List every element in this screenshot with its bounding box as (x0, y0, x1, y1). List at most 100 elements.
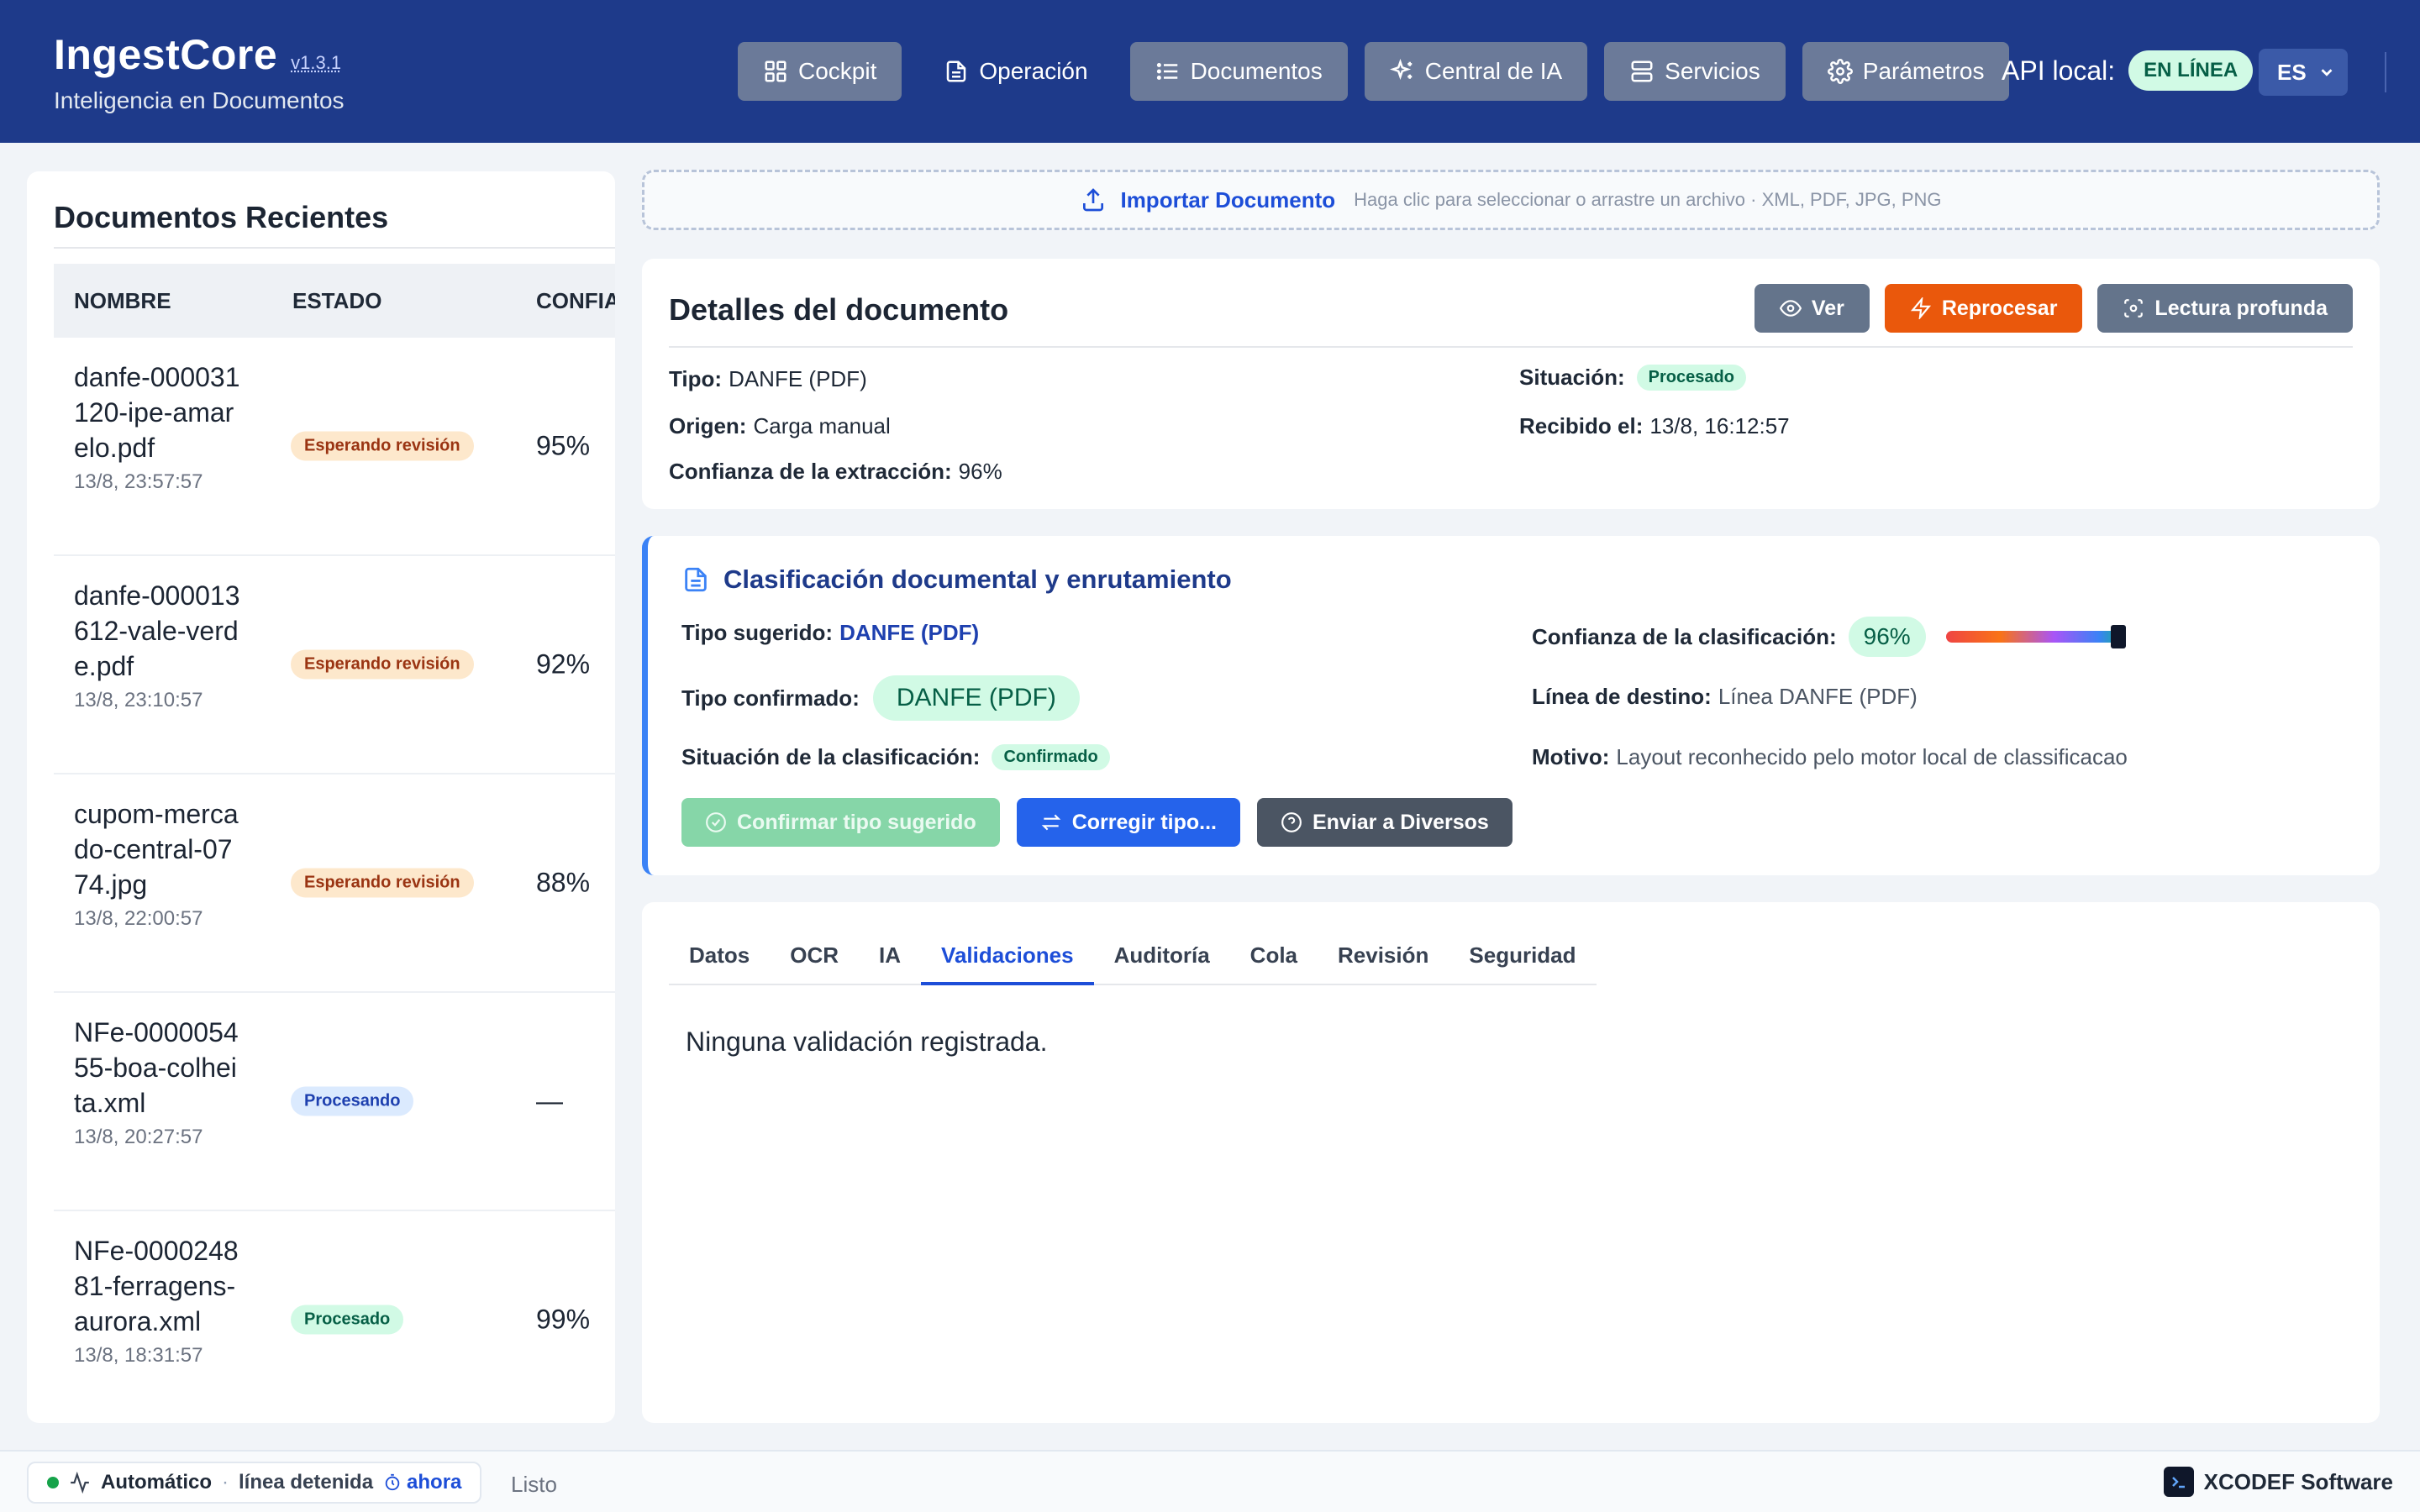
last-update-text: ahora (407, 1471, 462, 1494)
document-icon (685, 567, 707, 592)
bolt-icon (1910, 297, 1931, 319)
nav-operacion[interactable]: Operación (918, 42, 1113, 101)
nav-documentos[interactable]: Documentos (1129, 42, 1348, 101)
automation-status[interactable]: Automático · línea detenida ahora (27, 1462, 482, 1504)
import-label: Importar Documento (1120, 186, 1336, 213)
document-date: 13/8, 22:00:57 (74, 907, 203, 930)
footer-status-text: Listo (511, 1472, 557, 1497)
tab-auditoria[interactable]: Auditoría (1094, 932, 1230, 984)
tab-ocr[interactable]: OCR (770, 932, 859, 984)
document-name: cupom-mercado-central-0774.jpg (74, 799, 239, 900)
suggested-type-value: DANFE (PDF) (839, 620, 980, 645)
detail-received-value: 13/8, 16:12:57 (1649, 413, 1790, 438)
status-bar: Automático · línea detenida ahora Listo … (0, 1450, 2420, 1512)
app-name: IngestCore (54, 31, 278, 78)
language-select[interactable]: ES (2259, 49, 2348, 96)
detail-origin-value: Carga manual (753, 413, 891, 438)
column-header-confidence[interactable]: CONFIANZA (536, 288, 615, 314)
tab-cola[interactable]: Cola (1230, 932, 1318, 984)
view-button[interactable]: Ver (1754, 284, 1870, 333)
timer-icon (385, 1473, 400, 1491)
confidence-value: 99% (536, 1304, 591, 1335)
table-row[interactable]: NFe-000024881-ferragens-aurora.xml 13/8,… (54, 1211, 615, 1398)
classification-actions: Confirmar tipo sugerido Corregir tipo...… (681, 798, 1512, 847)
tab-revision[interactable]: Revisión (1318, 932, 1449, 984)
nav-parametros[interactable]: Parámetros (1802, 42, 2010, 101)
tab-datos[interactable]: Datos (669, 932, 770, 984)
detail-extraction-value: 96% (958, 459, 1002, 484)
correct-type-button[interactable]: Corregir tipo... (1016, 798, 1240, 847)
header-divider (2385, 52, 2386, 92)
confirmed-type: Tipo confirmado: DANFE (PDF) (681, 675, 1080, 721)
document-tabs-card: Datos OCR IA Validaciones Auditoría Cola… (642, 902, 2380, 1423)
brand: IngestCore v1.3.1 Inteligencia en Docume… (54, 30, 345, 114)
details-title: Detalles del documento (669, 292, 1009, 327)
tab-seguridad[interactable]: Seguridad (1449, 932, 1596, 984)
sparkles-icon (1389, 59, 1412, 81)
column-header-name[interactable]: NOMBRE (74, 288, 171, 314)
nav-servicios[interactable]: Servicios (1604, 42, 1786, 101)
vendor-brand: XCODEF Software (2163, 1467, 2393, 1497)
deep-read-button[interactable]: Lectura profunda (2097, 284, 2353, 333)
deep-read-button-label: Lectura profunda (2154, 296, 2328, 320)
confidence-value: — (536, 1085, 563, 1116)
table-row[interactable]: danfe-000013612-vale-verde.pdf 13/8, 23:… (54, 556, 615, 774)
status-badge: Esperando revisión (291, 649, 474, 680)
table-row[interactable]: NFe-000005455-boa-colheita.xml 13/8, 20:… (54, 993, 615, 1211)
tab-ia[interactable]: IA (859, 932, 921, 984)
nav-servicios-label: Servicios (1665, 58, 1760, 84)
app-version[interactable]: v1.3.1 (291, 52, 341, 74)
recent-documents-panel: Documentos Recientes NOMBRE ESTADO CONFI… (27, 171, 615, 1423)
confirm-suggested-button[interactable]: Confirmar tipo sugerido (681, 798, 1000, 847)
reprocess-button-label: Reprocesar (1941, 296, 2058, 320)
recent-documents-title: Documentos Recientes (54, 200, 389, 234)
tab-validaciones[interactable]: Validaciones (921, 932, 1094, 985)
empty-state-text: Ninguna validación registrada. (686, 1026, 1048, 1057)
server-icon (1631, 60, 1653, 82)
vendor-name: XCODEF Software (2203, 1468, 2393, 1494)
list-icon (1156, 63, 1177, 80)
confidence-value: 92% (536, 648, 591, 680)
detail-situation: Situación: Procesado (1519, 365, 1746, 391)
detail-situation-label: Situación: (1519, 365, 1625, 390)
detail-type-value: DANFE (PDF) (729, 366, 867, 391)
last-update: ahora (383, 1471, 461, 1494)
table-body: danfe-000031120-ipe-amarelo.pdf 13/8, 23… (54, 338, 615, 1398)
nav-documentos-label: Documentos (1190, 58, 1323, 84)
detail-extraction-label: Confianza de la extracción: (669, 459, 952, 484)
confidence-value: 88% (536, 867, 591, 898)
gear-icon (1827, 59, 1853, 84)
classification-confidence-value: 96% (1848, 617, 1926, 657)
import-dropzone[interactable]: Importar Documento Haga clic para selecc… (642, 170, 2380, 230)
classification-reason-value: Layout reconhecido pelo motor local de c… (1616, 744, 2128, 769)
language-value: ES (2277, 59, 2307, 85)
swap-icon (1041, 814, 1061, 831)
document-name: NFe-000005455-boa-colheita.xml (74, 1017, 239, 1118)
detail-received-label: Recibido el: (1519, 413, 1644, 438)
import-hint: Haga clic para seleccionar o arrastre un… (1354, 189, 1942, 210)
nav-central-ia[interactable]: Central de IA (1364, 42, 1588, 101)
top-header: IngestCore v1.3.1 Inteligencia en Docume… (0, 0, 2420, 143)
classification-confidence-label: Confianza de la clasificación: (1532, 623, 1837, 649)
detail-received: Recibido el: 13/8, 16:12:57 (1519, 413, 1790, 439)
scan-icon (2124, 299, 2144, 318)
document-name: danfe-000031120-ipe-amarelo.pdf (74, 362, 240, 463)
footer-separator: · (222, 1471, 229, 1494)
document-details-card: Detalles del documento Ver Reprocesar Le… (642, 259, 2380, 509)
nav-cockpit-label: Cockpit (798, 58, 877, 84)
reprocess-button[interactable]: Reprocesar (1884, 284, 2083, 333)
classification-title: Clasificación documental y enrutamiento (681, 564, 1232, 595)
nav-cockpit[interactable]: Cockpit (738, 42, 902, 101)
column-header-status[interactable]: ESTADO (292, 288, 381, 314)
line-state: línea detenida (239, 1471, 374, 1494)
classification-card: Clasificación documental y enrutamiento … (642, 536, 2380, 875)
classification-status: Situación de la clasificación: Confirmad… (681, 744, 1110, 770)
status-badge: Procesando (291, 1086, 414, 1116)
nav-operacion-label: Operación (979, 58, 1088, 84)
classification-status-label: Situación de la clasificación: (681, 744, 981, 769)
table-row[interactable]: danfe-000031120-ipe-amarelo.pdf 13/8, 23… (54, 338, 615, 556)
send-to-misc-button[interactable]: Enviar a Diversos (1256, 798, 1512, 847)
help-circle-icon (1281, 812, 1302, 832)
table-row[interactable]: cupom-mercado-central-0774.jpg 13/8, 22:… (54, 774, 615, 993)
confidence-value: 95% (536, 430, 591, 461)
